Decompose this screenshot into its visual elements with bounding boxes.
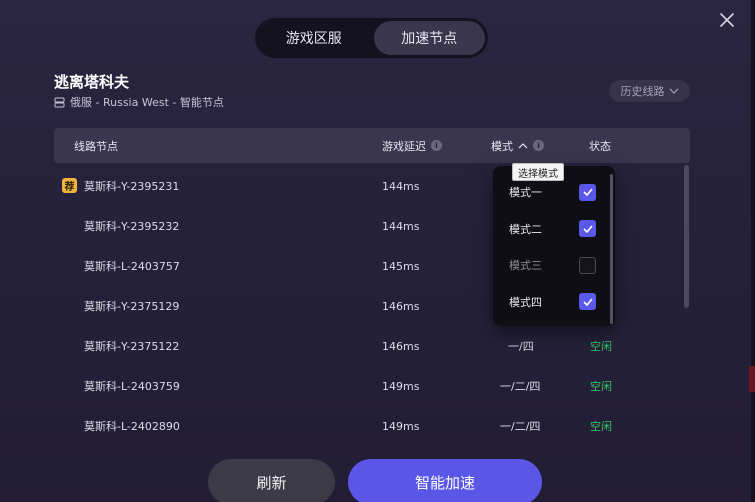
table-row[interactable]: 莫斯科-L-2402890 149ms 一/二/四 空闲 — [54, 406, 690, 446]
table-header: 线路节点 游戏延迟 i 模式 i 状态 — [54, 128, 690, 163]
mode-checkbox[interactable] — [579, 293, 596, 311]
node-name: 莫斯科-Y-2375129 — [84, 300, 180, 313]
check-icon — [582, 298, 593, 306]
node-name: 莫斯科-L-2403759 — [84, 380, 180, 393]
mode-option-4[interactable]: 模式四 — [493, 284, 615, 321]
node-status: 空闲 — [590, 380, 612, 393]
node-latency: 144ms — [382, 219, 420, 233]
mode-dropdown: 模式一 模式二 模式三 模式四 — [493, 166, 615, 326]
check-icon — [582, 225, 593, 233]
tab-accel-node[interactable]: 加速节点 — [373, 21, 485, 55]
table-row[interactable]: 莫斯科-L-2403759 149ms 一/二/四 空闲 — [54, 366, 690, 406]
mode-checkbox[interactable] — [579, 256, 596, 274]
server-info: 俄服 - Russia West - 智能节点 — [54, 94, 224, 110]
node-name: 莫斯科-L-2403757 — [84, 260, 180, 273]
mode-option-label: 模式三 — [509, 259, 542, 273]
mode-option-label: 模式二 — [509, 222, 542, 236]
node-latency: 145ms — [382, 259, 420, 273]
node-name: 莫斯科-Y-2395231 — [84, 180, 180, 193]
header-latency: 游戏延迟 i — [382, 128, 442, 163]
history-route-button[interactable]: 历史线路 — [609, 80, 690, 102]
mode-checkbox[interactable] — [579, 220, 596, 238]
server-icon — [54, 97, 65, 107]
top-tabs: 游戏区服 加速节点 — [255, 18, 488, 58]
node-status: 空闲 — [590, 420, 612, 433]
node-mode: 一/二/四 — [500, 420, 541, 433]
node-name: 莫斯科-Y-2375122 — [84, 340, 180, 353]
mode-option-label: 模式四 — [509, 295, 542, 309]
mode-option-2[interactable]: 模式二 — [493, 211, 615, 248]
refresh-button[interactable]: 刷新 — [208, 459, 335, 502]
node-name: 莫斯科-L-2402890 — [84, 420, 180, 433]
node-latency: 146ms — [382, 299, 420, 313]
node-mode: 一/四 — [508, 340, 534, 353]
chevron-up-icon[interactable] — [518, 142, 528, 149]
header-status-label: 状态 — [589, 139, 611, 153]
table-row[interactable]: 莫斯科-Y-2375122 146ms 一/四 空闲 — [54, 326, 690, 366]
close-icon — [720, 13, 734, 27]
check-icon — [582, 188, 593, 197]
close-button[interactable] — [716, 9, 738, 31]
node-latency: 149ms — [382, 419, 420, 433]
node-latency: 149ms — [382, 379, 420, 393]
server-label: 俄服 - Russia West - 智能节点 — [70, 96, 224, 109]
window-edge — [751, 0, 755, 502]
node-latency: 144ms — [382, 179, 420, 193]
tab-game-region[interactable]: 游戏区服 — [258, 21, 370, 55]
mode-checkbox[interactable] — [579, 183, 596, 201]
table-scrollbar[interactable] — [684, 165, 689, 308]
node-status: 空闲 — [590, 340, 612, 353]
recommend-badge: 荐 — [62, 178, 77, 193]
node-latency: 146ms — [382, 339, 420, 353]
header-node-label: 线路节点 — [74, 139, 118, 153]
smart-accelerate-button[interactable]: 智能加速 — [348, 459, 542, 502]
header-mode-label: 模式 — [491, 139, 513, 153]
header-mode[interactable]: 模式 i — [491, 128, 544, 163]
node-name: 莫斯科-Y-2395232 — [84, 220, 180, 233]
info-icon[interactable]: i — [533, 140, 544, 151]
mode-tooltip: 选择模式 — [512, 163, 564, 181]
header-latency-label: 游戏延迟 — [382, 139, 426, 153]
background-edge — [749, 366, 755, 392]
mode-option-3[interactable]: 模式三 — [493, 247, 615, 284]
history-route-label: 历史线路 — [620, 85, 665, 98]
header-status: 状态 — [589, 128, 611, 163]
accelerator-node-panel: 游戏区服 加速节点 逃离塔科夫 俄服 - Russia West - 智能节点 … — [0, 0, 755, 502]
node-mode: 一/二/四 — [500, 380, 541, 393]
mode-option-label: 模式一 — [509, 186, 542, 200]
game-title: 逃离塔科夫 — [54, 73, 130, 91]
info-icon[interactable]: i — [431, 140, 442, 151]
dropdown-scrollbar[interactable] — [610, 174, 613, 324]
header-node: 线路节点 — [74, 128, 118, 163]
chevron-down-icon — [669, 88, 678, 94]
